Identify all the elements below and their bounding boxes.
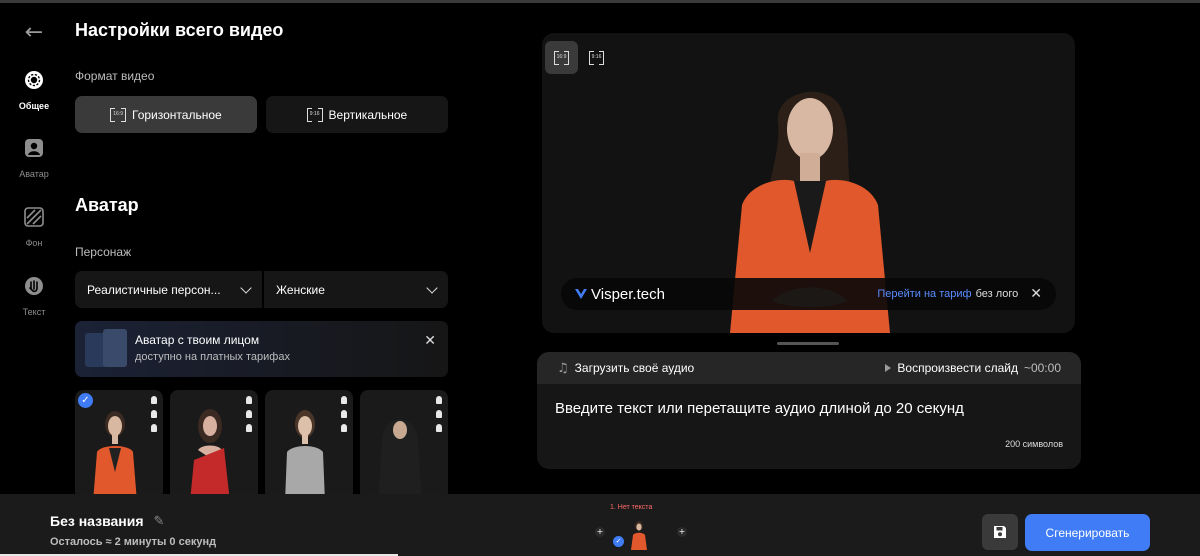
save-icon (994, 526, 1006, 538)
close-icon[interactable]: ✕ (1030, 286, 1042, 302)
avatar-figure (285, 410, 325, 494)
nav-label-general: Общее (18, 101, 50, 111)
avatar-grid: ✓ (75, 390, 455, 494)
add-slide-before-icon[interactable]: + (595, 527, 605, 537)
gender-select[interactable]: Женские (264, 271, 448, 308)
background-icon (24, 207, 44, 227)
chevron-down-icon (240, 281, 252, 294)
card-header: ♫ Загрузить своё аудио Воспроизвести сла… (537, 352, 1081, 384)
visper-logo-icon (575, 289, 587, 299)
promo-subtitle: доступно на платных тарифах (135, 351, 290, 363)
avatar-figure (93, 411, 137, 494)
avatar-features (246, 396, 252, 432)
nav-item-avatar[interactable]: Аватар (0, 138, 68, 182)
back-arrow-icon[interactable]: ← (22, 22, 46, 44)
avatar-figure (190, 409, 230, 494)
slide-text-card: ♫ Загрузить своё аудио Воспроизвести сла… (537, 352, 1081, 469)
upload-audio-label: Загрузить своё аудио (574, 361, 695, 375)
watermark-upgrade: Перейти на тариф без лого ✕ (877, 286, 1042, 302)
remaining-time: Осталось ≈ 2 минуты 0 секунд (50, 536, 217, 548)
avatar-features (151, 396, 157, 432)
project-name: Без названия (50, 513, 144, 529)
nav-item-background[interactable]: Фон (0, 207, 68, 251)
ratio-9-16-icon: 9:16 (306, 107, 323, 122)
promo-thumb-2 (103, 329, 127, 367)
nav-label-text: Текст (22, 307, 46, 317)
play-icon (885, 364, 892, 372)
avatar-card-red-dress[interactable] (170, 390, 258, 494)
promo-title: Аватар с твоим лицом (135, 333, 260, 347)
settings-panel: Настройки всего видео Формат видео 16:9 … (75, 0, 455, 494)
generate-button[interactable]: Сгенерировать (1025, 514, 1150, 551)
check-icon: ✓ (613, 536, 624, 547)
avatar-card-black-hijab[interactable] (360, 390, 448, 494)
bottom-bar: Без названия ✎ Осталось ≈ 2 минуты 0 сек… (0, 494, 1200, 556)
resize-handle[interactable] (777, 342, 839, 345)
preview-ratio-9-16-button[interactable]: 9:16 (580, 41, 613, 74)
promo-thumbnails (85, 329, 127, 369)
avatar-card-grey-top[interactable] (265, 390, 353, 494)
play-slide-label: Воспроизвести слайд (897, 361, 1018, 375)
upload-audio-button[interactable]: ♫ Загрузить своё аудио (557, 361, 694, 376)
format-horizontal-label: Горизонтальное (132, 107, 222, 122)
gear-icon (25, 71, 43, 89)
settings-title: Настройки всего видео (75, 20, 284, 40)
avatar-type-value: Реалистичные персон... (87, 282, 221, 297)
format-horizontal-button[interactable]: 16:9 Горизонтальное (75, 96, 257, 133)
left-nav: ← Общее Аватар Фон Текст (0, 0, 68, 494)
upgrade-suffix: без лого (975, 288, 1019, 300)
check-icon: ✓ (78, 393, 93, 408)
avatar-figure (378, 419, 422, 494)
chevron-down-icon (426, 281, 438, 294)
pencil-icon[interactable]: ✎ (154, 514, 165, 529)
close-icon[interactable]: ✕ (424, 333, 436, 349)
nav-item-text[interactable]: Текст (0, 276, 68, 320)
ratio-16-9-icon: 16:9 (553, 50, 570, 65)
format-vertical-label: Вертикальное (328, 107, 408, 122)
nav-label-avatar: Аватар (19, 169, 49, 179)
slide-status-label: 1. Нет текста (610, 504, 653, 511)
play-slide-button[interactable]: Воспроизвести слайд ~00:00 (885, 361, 1061, 375)
watermark-bar: Visper.tech Перейти на тариф без лого ✕ (561, 278, 1056, 310)
video-preview: 16:9 9:16 Visper.tech Перейти на тариф б… (542, 33, 1075, 333)
avatar-section-title: Аватар (75, 195, 139, 215)
custom-avatar-promo[interactable]: Аватар с твоим лицом доступно на платных… (75, 321, 448, 377)
format-label: Формат видео (75, 69, 155, 83)
brand-name: Visper.tech (591, 285, 665, 303)
nav-label-background: Фон (25, 238, 43, 248)
script-text-input[interactable]: Введите текст или перетащите аудио длино… (555, 400, 964, 417)
avatar-icon (25, 139, 43, 157)
gender-value: Женские (276, 282, 325, 297)
avatar-features (341, 396, 347, 432)
ratio-16-9-icon: 16:9 (110, 107, 126, 122)
upgrade-link[interactable]: Перейти на тариф (877, 288, 971, 300)
text-icon (25, 277, 43, 295)
format-vertical-button[interactable]: 9:16 Вертикальное (266, 96, 448, 133)
save-button[interactable] (982, 514, 1018, 550)
character-label: Персонаж (75, 245, 132, 259)
ratio-9-16-icon: 9:16 (588, 50, 605, 65)
slide-duration: ~00:00 (1023, 361, 1061, 375)
avatar-card-orange-blazer[interactable]: ✓ (75, 390, 163, 494)
avatar-type-select[interactable]: Реалистичные персон... (75, 271, 262, 308)
add-slide-after-icon[interactable]: + (677, 527, 687, 537)
slide-thumbnail[interactable] (619, 518, 655, 550)
music-note-icon: ♫ (557, 360, 569, 376)
char-count: 200 символов (1005, 439, 1063, 449)
avatar-features (436, 396, 442, 432)
preview-ratio-16-9-button[interactable]: 16:9 (545, 41, 578, 74)
nav-item-general[interactable]: Общее (0, 70, 68, 114)
project-title[interactable]: Без названия ✎ (50, 513, 164, 529)
